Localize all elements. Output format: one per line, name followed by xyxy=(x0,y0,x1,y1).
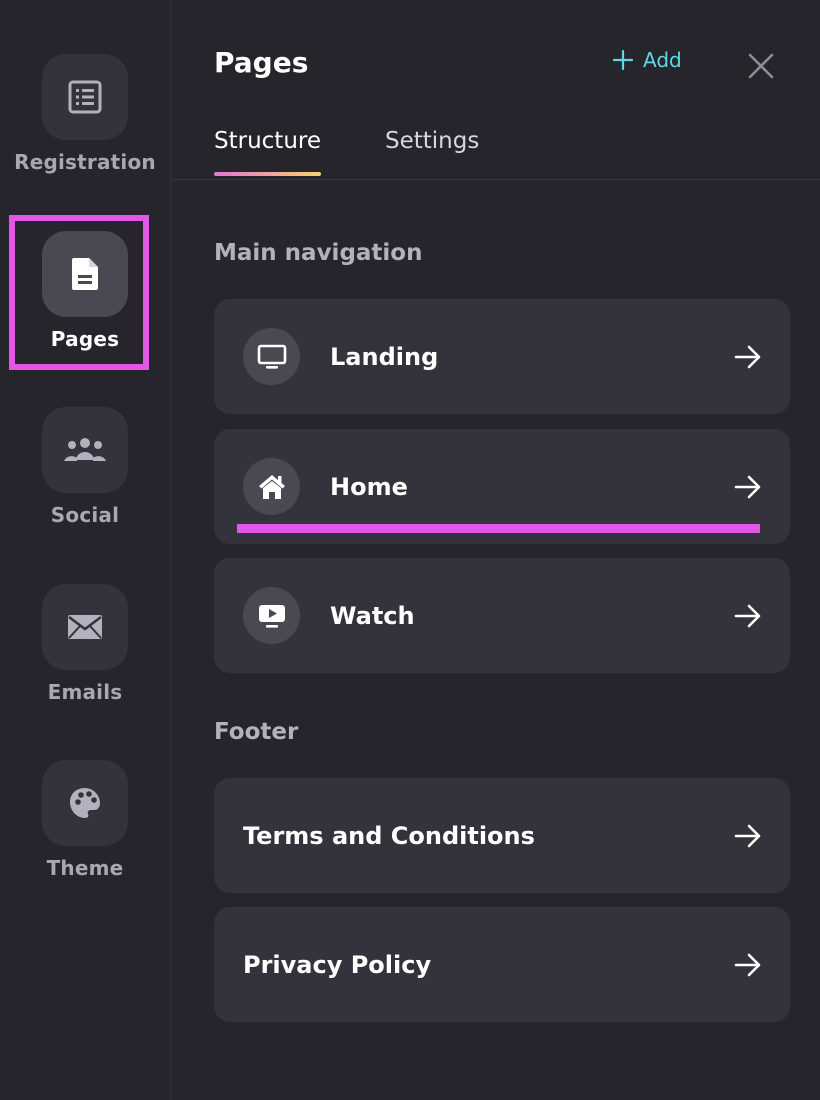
add-button-label: Add xyxy=(643,48,682,72)
footer-item-terms[interactable]: Terms and Conditions xyxy=(214,778,790,893)
side-icon-box xyxy=(42,231,128,317)
footer-item-label: Terms and Conditions xyxy=(243,821,535,850)
sidebar-item-label: Theme xyxy=(46,856,124,880)
sidebar-item-theme[interactable]: Theme xyxy=(0,760,170,880)
palette-icon xyxy=(70,788,100,818)
tab-bar: Structure Settings xyxy=(214,128,479,176)
sidebar-item-pages[interactable]: Pages xyxy=(0,231,170,351)
divider xyxy=(171,179,820,180)
sidebar-item-label: Social xyxy=(50,503,120,527)
sidebar-item-label: Registration xyxy=(14,150,156,174)
nav-item-label: Watch xyxy=(330,601,415,630)
arrow-right-icon xyxy=(734,604,761,627)
home-icon xyxy=(258,474,285,499)
sidebar: Registration Pages Social Emails Theme xyxy=(0,0,171,1100)
arrow-right-icon xyxy=(734,475,761,498)
arrow-right-icon xyxy=(734,953,761,976)
tab-settings[interactable]: Settings xyxy=(385,128,479,176)
close-icon xyxy=(748,53,774,79)
sidebar-item-emails[interactable]: Emails xyxy=(0,584,170,704)
sidebar-item-label: Emails xyxy=(47,680,123,704)
card-icon-circle xyxy=(243,458,300,515)
play-icon xyxy=(258,604,285,628)
footer-item-privacy[interactable]: Privacy Policy xyxy=(214,907,790,1022)
side-icon-box xyxy=(42,584,128,670)
side-icon-box xyxy=(42,407,128,493)
pages-panel: Pages Add Structure Settings Main naviga… xyxy=(171,0,820,1100)
envelope-icon xyxy=(68,615,102,639)
panel-title: Pages xyxy=(214,46,309,79)
tab-structure[interactable]: Structure xyxy=(214,128,321,176)
nav-item-landing[interactable]: Landing xyxy=(214,299,790,414)
section-title-main-navigation: Main navigation xyxy=(214,240,423,266)
list-icon xyxy=(68,80,102,114)
side-icon-box xyxy=(42,54,128,140)
side-icon-box xyxy=(42,760,128,846)
arrow-right-icon xyxy=(734,345,761,368)
sidebar-item-social[interactable]: Social xyxy=(0,407,170,527)
card-icon-circle xyxy=(243,587,300,644)
add-button[interactable]: Add xyxy=(613,48,682,72)
document-icon xyxy=(72,258,98,290)
sidebar-item-registration[interactable]: Registration xyxy=(0,54,170,174)
nav-item-home[interactable]: Home xyxy=(214,429,790,544)
arrow-right-icon xyxy=(734,824,761,847)
people-icon xyxy=(64,438,106,461)
card-icon-circle xyxy=(243,328,300,385)
nav-item-label: Landing xyxy=(330,342,439,371)
monitor-icon xyxy=(257,344,286,369)
footer-item-label: Privacy Policy xyxy=(243,950,432,979)
nav-item-label: Home xyxy=(330,472,408,501)
plus-icon xyxy=(613,50,633,70)
close-button[interactable] xyxy=(747,52,775,80)
section-title-footer: Footer xyxy=(214,719,299,745)
nav-item-watch[interactable]: Watch xyxy=(214,558,790,673)
sidebar-item-label: Pages xyxy=(50,327,120,351)
